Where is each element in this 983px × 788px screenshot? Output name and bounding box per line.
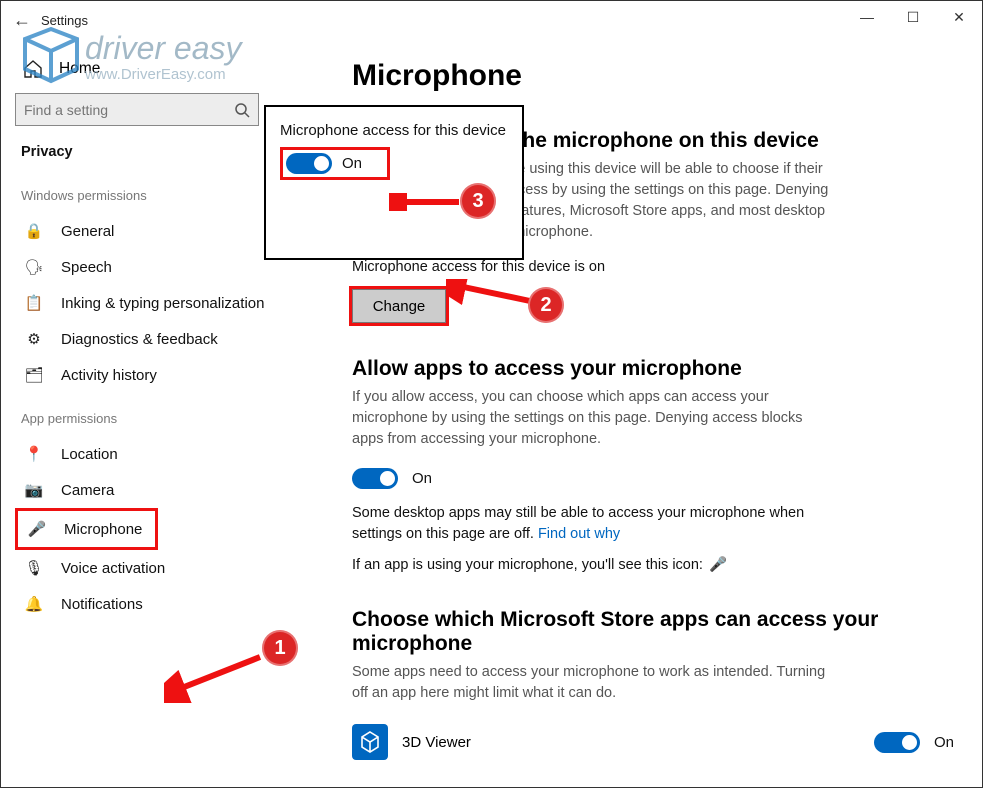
app-toggle-label-3dviewer: On [920,734,954,751]
callout-1: 1 [262,630,298,666]
sidebar-item-notifications[interactable]: 🔔 Notifications [15,586,304,622]
callout-2: 2 [528,287,564,323]
microphone-status-icon: 🎤 [709,555,727,576]
mic-in-use-note: If an app is using your microphone, you'… [352,555,832,586]
home-label: Home [59,60,100,78]
sidebar-item-camera[interactable]: 📷 Camera [15,472,304,508]
sidebar-item-microphone[interactable]: 🎤 Microphone [15,508,158,550]
app-permissions-header: App permissions [15,393,324,436]
microphone-access-flyout: Microphone access for this device On [264,105,524,260]
notifications-icon: 🔔 [23,595,45,613]
sidebar-item-label: Location [61,446,118,463]
home-icon [23,59,45,79]
sidebar-item-activity-history[interactable]: 🗂 Activity history [15,357,304,393]
camera-icon: 📷 [23,481,45,499]
section-heading-app-access: Allow apps to access your microphone [352,329,954,387]
sidebar-item-general[interactable]: 🔒 General [15,213,304,249]
app-name-3dviewer: 3D Viewer [388,734,874,751]
settings-window: ← Settings — ☐ ✕ Home Privacy Wi [0,0,983,788]
sidebar-item-label: Speech [61,259,112,276]
app-access-toggle-row: On [352,460,954,503]
sidebar-item-label: Voice activation [61,560,165,577]
inking-icon: 📋 [23,294,45,312]
flyout-toggle-label: On [342,155,362,172]
sidebar-item-label: Diagnostics & feedback [61,331,218,348]
section-heading-store-apps: Choose which Microsoft Store apps can ac… [352,586,954,662]
lock-icon: 🔒 [23,222,45,240]
window-title: Settings [33,13,88,28]
find-out-why-link[interactable]: Find out why [538,526,620,542]
minimize-button[interactable]: — [844,1,890,33]
voice-icon: 🎙 [23,559,45,577]
store-apps-description: Some apps need to access your microphone… [352,662,832,714]
callout-3: 3 [460,183,496,219]
flyout-toggle[interactable] [286,153,332,174]
home-button[interactable]: Home [15,39,324,93]
sidebar-item-label: Microphone [64,521,142,538]
change-button[interactable]: Change [352,289,446,323]
app-row-3dviewer: 3D Viewer On [352,714,954,760]
flyout-toggle-highlight: On [280,147,390,180]
app-access-description: If you allow access, you can choose whic… [352,387,832,460]
location-icon: 📍 [23,445,45,463]
app-toggle-3dviewer[interactable] [874,732,920,753]
sidebar-item-location[interactable]: 📍 Location [15,436,304,472]
history-icon: 🗂 [23,366,45,384]
sidebar-item-label: Notifications [61,596,143,613]
app-permissions-list: 📍 Location 📷 Camera 🎤 Microphone 🎙 Voice… [15,436,324,622]
arrow-3 [389,193,465,211]
sidebar-item-speech[interactable]: 🗣 Speech [15,249,304,285]
sidebar-item-inking[interactable]: 📋 Inking & typing personalization [15,285,304,321]
desktop-apps-note: Some desktop apps may still be able to a… [352,503,832,555]
search-input[interactable] [24,102,234,118]
microphone-icon: 🎤 [26,520,48,538]
speech-icon: 🗣 [23,258,45,276]
maximize-button[interactable]: ☐ [890,1,936,33]
back-button[interactable]: ← [1,10,33,31]
arrow-1 [164,651,264,703]
search-icon [234,102,250,118]
diagnostics-icon: ⚙ [23,330,45,348]
arrow-2 [446,279,536,311]
app-access-toggle-label: On [412,470,432,487]
window-controls: — ☐ ✕ [844,1,982,33]
sidebar-item-voice-activation[interactable]: 🎙 Voice activation [15,550,304,586]
app-access-toggle[interactable] [352,468,398,489]
mic-in-use-text: If an app is using your microphone, you'… [352,555,703,576]
sidebar-item-label: Camera [61,482,114,499]
sidebar-item-diagnostics[interactable]: ⚙ Diagnostics & feedback [15,321,304,357]
sidebar-item-label: General [61,223,114,240]
titlebar: ← Settings — ☐ ✕ [1,1,982,39]
flyout-title: Microphone access for this device [280,121,508,147]
search-box[interactable] [15,93,259,126]
app-icon-3dviewer [352,724,388,760]
sidebar-item-label: Activity history [61,367,157,384]
sidebar-item-label: Inking & typing personalization [61,295,264,312]
close-button[interactable]: ✕ [936,1,982,33]
